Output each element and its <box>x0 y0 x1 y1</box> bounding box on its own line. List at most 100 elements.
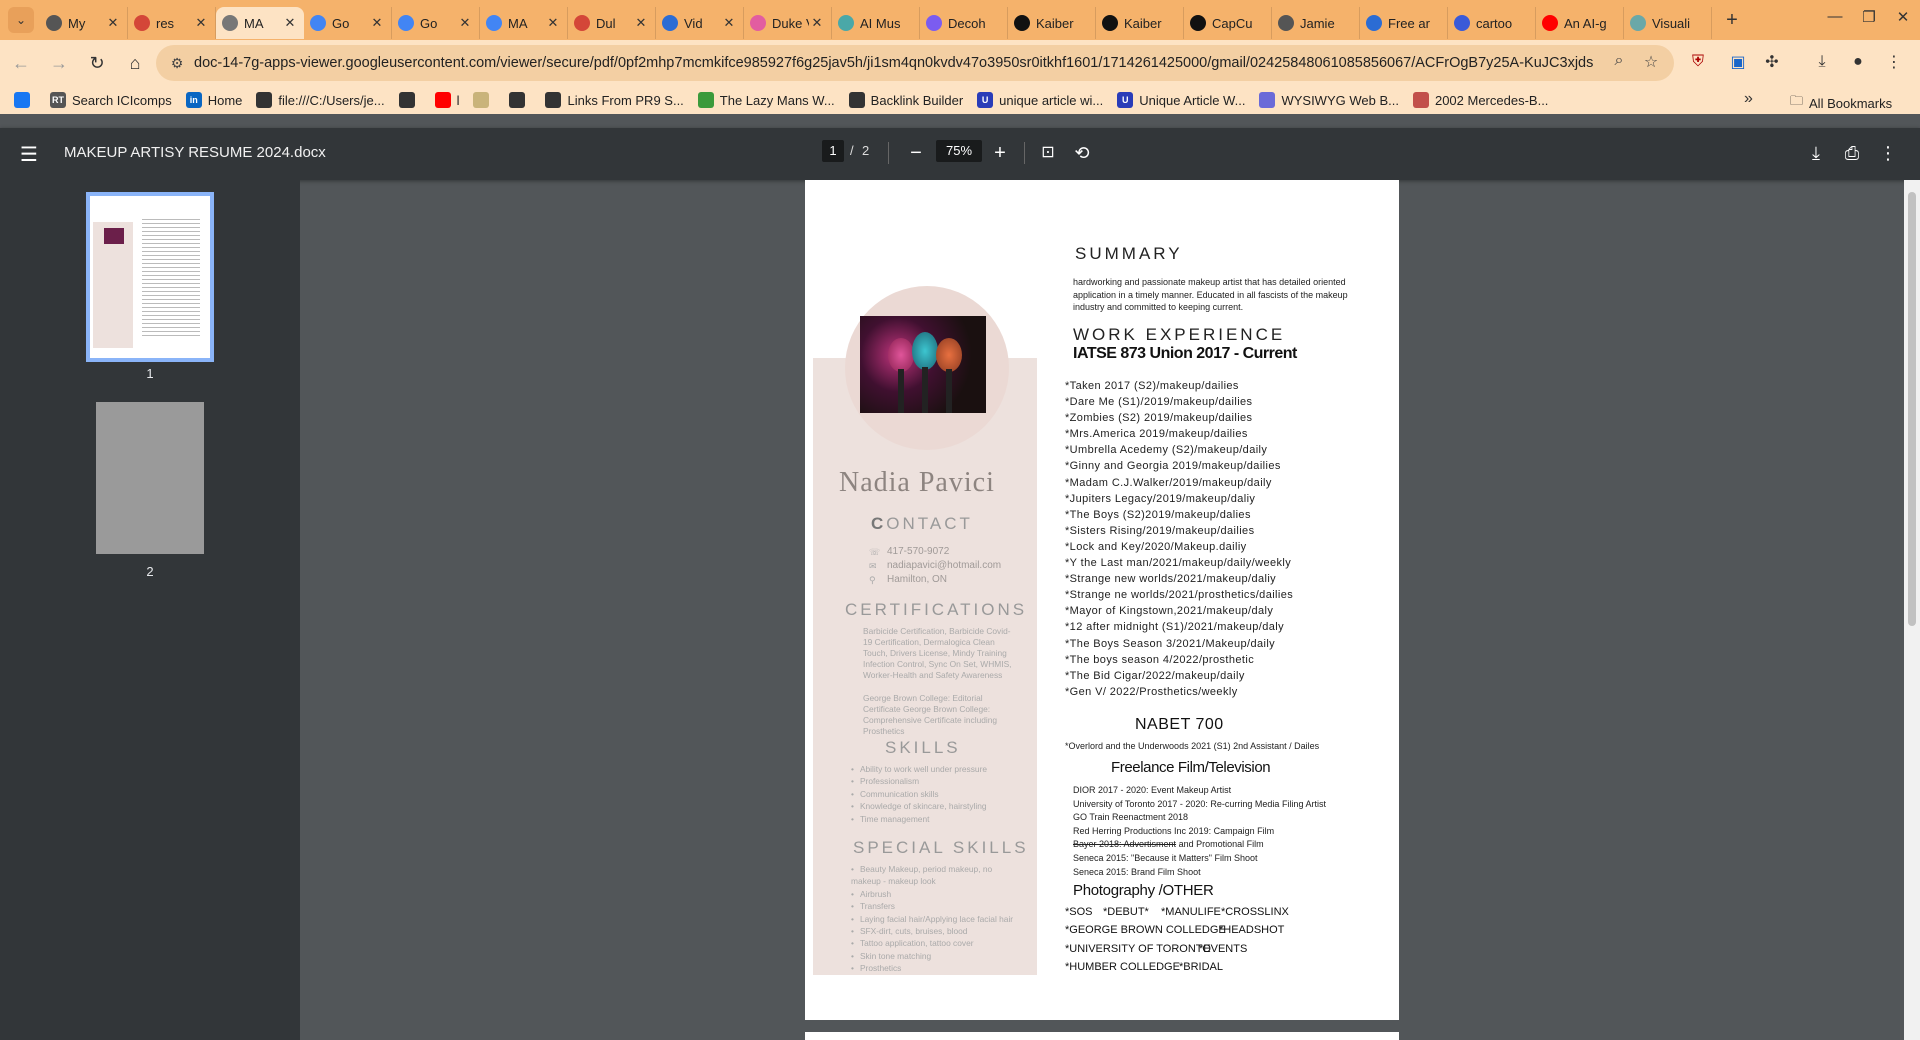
special-skill-item: Beauty Makeup, period makeup, no makeup … <box>851 863 1021 888</box>
restore-button[interactable]: ❐ <box>1852 8 1886 26</box>
job-list: *Taken 2017 (S2)/makeup/dailies *Dare Me … <box>1065 378 1293 700</box>
bookmark-item[interactable] <box>14 92 36 108</box>
job-entry: *The Boys Season 3/2021/Makeup/daily <box>1065 637 1276 650</box>
browser-tab[interactable]: MA ✕ <box>480 7 568 39</box>
extensions-puzzle-icon[interactable]: ✣ <box>1758 48 1786 76</box>
tab-close-icon[interactable]: ✕ <box>809 15 825 31</box>
browser-tab[interactable]: My ✕ <box>40 7 128 39</box>
browser-tab[interactable]: Jamie <box>1272 7 1360 39</box>
bookmark-item[interactable] <box>398 92 421 108</box>
browser-tab[interactable]: Go ✕ <box>392 7 480 39</box>
hamburger-menu-icon[interactable]: ☰ <box>20 142 44 166</box>
browser-tab[interactable]: Free ar <box>1360 7 1448 39</box>
rotate-icon[interactable]: ⟲ <box>1068 140 1096 168</box>
other-clients-row: *SOS *DEBUT* *MANULIFE *CROSSLINX <box>1065 906 1355 924</box>
forward-button[interactable]: → <box>42 46 76 80</box>
print-icon[interactable]: ⎙ <box>1838 140 1866 168</box>
profile-avatar[interactable]: ● <box>1844 48 1872 76</box>
browser-tab[interactable]: Visuali <box>1624 7 1712 39</box>
tab-close-icon[interactable]: ✕ <box>721 15 737 31</box>
zoom-in-button[interactable]: + <box>986 140 1014 168</box>
linkedin-extension-icon[interactable]: ▣ <box>1724 48 1752 76</box>
all-bookmarks-button[interactable]: 🗀 All Bookmarks <box>1790 92 1892 114</box>
bookmark-label: Backlink Builder <box>870 92 964 108</box>
bookmark-star-icon[interactable]: ☆ <box>1640 52 1662 72</box>
bookmark-item[interactable]: Backlink Builder <box>848 92 964 108</box>
tab-close-icon[interactable]: ✕ <box>545 15 561 31</box>
home-button[interactable]: ⌂ <box>118 46 152 80</box>
page-thumbnail-2[interactable] <box>96 402 204 554</box>
download-pdf-icon[interactable]: ⤓ <box>1802 140 1830 168</box>
url-text[interactable]: doc-14-7g-apps-viewer.googleusercontent.… <box>194 55 1594 71</box>
browser-tab[interactable]: Duke V✕ <box>744 7 832 39</box>
tab-search-button[interactable]: ⌄ <box>8 7 34 33</box>
back-button[interactable]: ← <box>4 46 38 80</box>
bookmark-item[interactable]: The Lazy Mans W... <box>697 92 835 108</box>
other-client: *SOS <box>1065 906 1093 918</box>
tab-label: MA <box>508 15 528 31</box>
page-number-input[interactable]: 1 <box>822 140 844 162</box>
union-line: IATSE 873 Union 2017 - Current <box>1073 345 1297 362</box>
scrollbar-thumb[interactable] <box>1908 192 1916 626</box>
browser-tab[interactable]: Vid ✕ <box>656 7 744 39</box>
download-icon[interactable]: ⤓ <box>1808 48 1836 76</box>
bookmark-item[interactable]: Links From PR9 S... <box>545 92 684 108</box>
tab-close-icon[interactable]: ✕ <box>282 15 298 31</box>
browser-tab[interactable]: Kaiber <box>1096 7 1184 39</box>
zoom-out-button[interactable]: − <box>902 140 930 168</box>
bookmark-item[interactable]: RT Search ICIcomps <box>50 92 172 108</box>
folder-icon: 🗀 <box>1790 93 1804 108</box>
browser-tab[interactable]: Go ✕ <box>304 7 392 39</box>
pdf-toolbar: ☰ MAKEUP ARTISY RESUME 2024.docx 1 / 2 −… <box>0 128 1920 180</box>
page-thumbnail-1[interactable] <box>86 192 214 362</box>
bookmark-item[interactable]: l <box>434 92 459 108</box>
tab-label: Jamie <box>1300 15 1335 31</box>
more-options-icon[interactable]: ⋮ <box>1874 140 1902 168</box>
site-info-icon[interactable]: ⚙ <box>166 52 188 74</box>
bookmark-item[interactable]: Uunique article wi... <box>977 92 1103 108</box>
new-tab-button[interactable]: + <box>1718 6 1746 34</box>
job-entry: *Lock and Key/2020/Makeup.dailiy <box>1065 540 1247 553</box>
tab-close-icon[interactable]: ✕ <box>457 15 473 31</box>
close-window-button[interactable]: ✕ <box>1886 8 1920 26</box>
bookmark-item[interactable] <box>473 92 495 108</box>
bookmark-item[interactable]: WYSIWYG Web B... <box>1259 92 1399 108</box>
bookmark-item[interactable]: in Home <box>185 92 242 108</box>
browser-tab[interactable]: An AI-g <box>1536 7 1624 39</box>
tab-favicon-icon <box>222 15 238 31</box>
special-skills-list: Beauty Makeup, period makeup, no makeup … <box>851 863 1021 975</box>
document-scrollbar[interactable] <box>1904 180 1920 1040</box>
bookmark-item[interactable]: 2002 Mercedes-B... <box>1412 92 1548 108</box>
ublock-extension-icon[interactable]: ⛨ <box>1684 48 1712 76</box>
fit-to-page-icon[interactable]: ⊡ <box>1034 140 1062 168</box>
bookmark-item[interactable]: file:///C:/Users/je... <box>256 92 385 108</box>
browser-menu-icon[interactable]: ⋮ <box>1880 48 1908 76</box>
browser-tab[interactable]: res ✕ <box>128 7 216 39</box>
tab-favicon-icon <box>1102 15 1118 31</box>
browser-tab[interactable]: Kaiber <box>1008 7 1096 39</box>
bookmark-item[interactable]: U Unique Article W... <box>1117 92 1245 108</box>
tab-close-icon[interactable]: ✕ <box>633 15 649 31</box>
bookmarks-overflow-button[interactable]: » <box>1744 90 1753 108</box>
tab-close-icon[interactable]: ✕ <box>193 15 209 31</box>
browser-tab[interactable]: CapCu <box>1184 7 1272 39</box>
browser-tab[interactable]: AI Mus <box>832 7 920 39</box>
address-bar[interactable]: ⚙ doc-14-7g-apps-viewer.googleuserconten… <box>156 45 1674 81</box>
job-entry: *Mrs.America 2019/makeup/dailies <box>1065 428 1248 441</box>
browser-tab[interactable]: cartoo <box>1448 7 1536 39</box>
contact-location: Hamilton, ON <box>887 574 948 585</box>
zoom-icon[interactable]: ⌕ <box>1608 52 1630 72</box>
zoom-level-input[interactable]: 75% <box>936 140 982 162</box>
browser-tab[interactable]: Dul ✕ <box>568 7 656 39</box>
skills-list: Ability to work well under pressureProfe… <box>851 763 1021 825</box>
bookmark-favicon-icon: RT <box>50 92 66 108</box>
tab-close-icon[interactable]: ✕ <box>369 15 385 31</box>
reload-button[interactable]: ↻ <box>80 46 114 80</box>
browser-tab[interactable]: Decoh <box>920 7 1008 39</box>
browser-tab[interactable]: MA ✕ <box>216 7 304 39</box>
bookmark-favicon-icon <box>545 92 562 108</box>
tab-close-icon[interactable]: ✕ <box>105 15 121 31</box>
minimize-button[interactable]: — <box>1818 8 1852 25</box>
bookmark-item[interactable] <box>509 92 531 108</box>
tab-favicon-icon <box>1630 15 1646 31</box>
